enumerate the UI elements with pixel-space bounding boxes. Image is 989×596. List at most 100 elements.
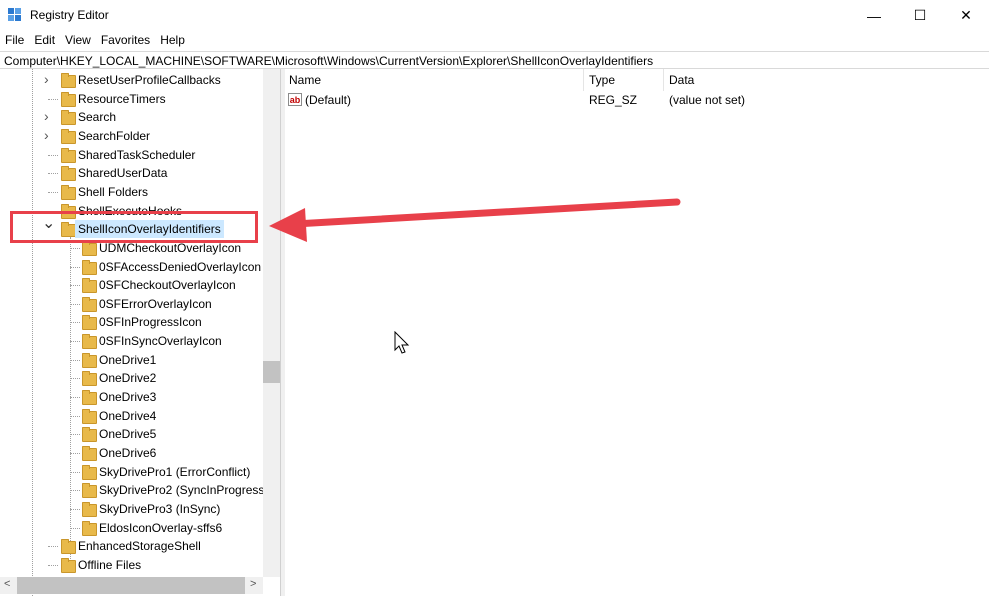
tree-item-label: 0SFErrorOverlayIcon <box>99 296 212 311</box>
folder-icon <box>61 147 76 163</box>
tree-item[interactable]: OneDrive1 <box>0 351 263 369</box>
tree-item[interactable]: SkyDrivePro2 (SyncInProgress) <box>0 481 268 499</box>
tree-item[interactable]: EnhancedStorageShell <box>0 537 263 555</box>
tree-item-label: SharedTaskScheduler <box>78 147 196 162</box>
folder-icon <box>82 501 97 517</box>
folder-icon <box>82 240 97 256</box>
tree-item[interactable]: 0SFErrorOverlayIcon <box>0 295 263 313</box>
tree-item[interactable]: 0SFInSyncOverlayIcon <box>0 332 263 350</box>
tree-item[interactable]: › SearchFolder <box>0 127 263 145</box>
scroll-right-icon[interactable]: > <box>250 578 256 590</box>
tree-item[interactable]: SharedTaskScheduler <box>0 146 263 164</box>
tree-item-label: SharedUserData <box>78 166 168 181</box>
menu-edit[interactable]: Edit <box>29 31 60 51</box>
tree-item[interactable]: SkyDrivePro3 (InSync) <box>0 500 263 518</box>
tree-horizontal-scrollbar[interactable]: < > <box>0 577 263 594</box>
folder-icon <box>82 296 97 312</box>
tree-item[interactable]: OneDrive3 <box>0 388 263 406</box>
maximize-icon: ☐ <box>913 7 927 23</box>
tree-connector <box>70 303 80 305</box>
values-list: Name Type Data ab (Default) REG_SZ (valu… <box>284 69 989 596</box>
tree-item[interactable]: 0SFInProgressIcon <box>0 313 263 331</box>
folder-icon <box>82 390 97 406</box>
tree-connector <box>70 453 80 454</box>
folder-icon <box>61 128 76 144</box>
close-icon: ✕ <box>960 7 972 23</box>
folder-icon <box>82 315 97 331</box>
tree-item[interactable]: OneDrive6 <box>0 444 263 462</box>
minimize-icon: — <box>867 7 881 24</box>
menu-file[interactable]: File <box>0 31 29 51</box>
folder-icon <box>61 73 76 88</box>
tree-item-label: SearchFolder <box>78 128 151 143</box>
tree-item[interactable]: Shell Folders <box>0 183 263 201</box>
folder-icon <box>82 259 97 275</box>
tree-item[interactable]: 0SFCheckoutOverlayIcon <box>0 276 263 294</box>
registry-editor-icon <box>8 8 21 21</box>
tree-item-label: OneDrive5 <box>99 427 157 442</box>
tree-item-label: ResourceTimers <box>78 91 166 106</box>
scroll-left-icon[interactable]: < <box>4 578 10 590</box>
tree-item[interactable]: › Search <box>0 108 263 126</box>
folder-icon <box>61 539 76 555</box>
close-button[interactable]: ✕ <box>943 0 989 31</box>
tree-vertical-scrollbar[interactable] <box>263 69 280 577</box>
tree-connector <box>70 285 80 287</box>
tree-item-label: OneDrive4 <box>99 408 157 423</box>
tree-connector <box>48 564 58 566</box>
tree-connector <box>70 471 80 473</box>
column-header-type[interactable]: Type <box>584 69 664 91</box>
column-header-data[interactable]: Data <box>664 69 989 91</box>
tree-item[interactable]: SkyDrivePro1 (ErrorConflict) <box>0 463 263 481</box>
tree-item[interactable]: 0SFAccessDeniedOverlayIcon <box>0 258 263 276</box>
tree-item-label: Offline Files <box>78 557 142 572</box>
tree-item[interactable]: EldosIconOverlay-sffs6 <box>0 519 263 537</box>
menu-favorites[interactable]: Favorites <box>96 31 155 51</box>
tree-item[interactable]: › ResetUserProfileCallbacks <box>0 71 263 89</box>
folder-icon <box>82 483 97 499</box>
window-title: Registry Editor <box>30 8 109 22</box>
tree-item[interactable]: Offline Files <box>0 556 263 574</box>
tree-item-label: Shell Folders <box>78 184 149 199</box>
annotation-arrow-icon <box>269 198 681 242</box>
tree-connector <box>70 378 80 380</box>
tree-item[interactable]: OneDrive5 <box>0 425 263 443</box>
tree-item-label: OneDrive1 <box>99 352 157 367</box>
tree-hscroll-thumb[interactable] <box>17 577 245 594</box>
tree-connector <box>70 397 80 399</box>
tree-connector <box>70 322 80 324</box>
tree-item[interactable]: SharedUserData <box>0 164 263 182</box>
folder-icon <box>82 408 97 424</box>
tree-item-label: EnhancedStorageShell <box>78 539 201 554</box>
column-header-name[interactable]: Name <box>284 69 584 91</box>
tree-item-label: OneDrive6 <box>99 446 157 460</box>
tree-item-label: 0SFCheckoutOverlayIcon <box>99 278 236 293</box>
tree-connector <box>70 359 80 361</box>
tree-connector <box>48 154 58 156</box>
minimize-button[interactable]: — <box>851 0 897 31</box>
address-bar[interactable]: Computer\HKEY_LOCAL_MACHINE\SOFTWARE\Mic… <box>0 51 989 69</box>
tree-item[interactable]: ResourceTimers <box>0 90 263 108</box>
expand-chevron-icon[interactable]: › <box>44 126 49 144</box>
expand-chevron-icon[interactable]: › <box>44 70 49 88</box>
value-data: (value not set) <box>669 93 746 107</box>
expand-chevron-icon[interactable]: › <box>44 107 49 125</box>
tree-connector <box>70 434 80 436</box>
folder-icon <box>61 557 76 573</box>
tree-connector <box>70 247 80 249</box>
value-row[interactable]: ab (Default) REG_SZ (value not set) <box>284 91 989 109</box>
tree-scroll-thumb[interactable] <box>263 361 280 383</box>
tree-item-label: SkyDrivePro1 (ErrorConflict) <box>99 464 251 479</box>
tree-item-label: ResetUserProfileCallbacks <box>78 73 221 87</box>
tree-connector <box>70 490 80 492</box>
maximize-button[interactable]: ☐ <box>897 0 943 31</box>
tree-connector <box>48 98 58 100</box>
menu-help[interactable]: Help <box>155 31 190 51</box>
string-value-icon: ab <box>288 93 302 106</box>
menu-view[interactable]: View <box>60 31 96 51</box>
folder-icon <box>61 110 76 126</box>
folder-icon <box>82 464 97 480</box>
folder-icon <box>61 91 76 107</box>
tree-item[interactable]: OneDrive4 <box>0 407 263 425</box>
tree-item[interactable]: OneDrive2 <box>0 369 263 387</box>
